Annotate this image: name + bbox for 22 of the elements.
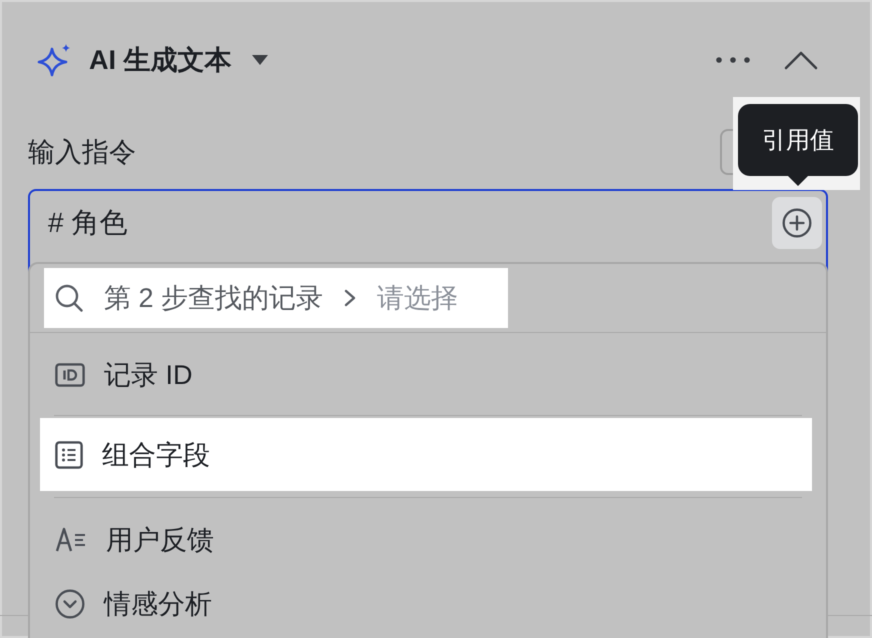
insert-reference-button[interactable]	[772, 197, 822, 249]
menu-item[interactable]: 用户反馈	[40, 508, 812, 572]
chevron-circle-icon	[55, 589, 85, 619]
search-field[interactable]: 第 2 步查找的记录 请选择	[44, 268, 508, 328]
more-icon[interactable]	[716, 57, 750, 63]
chevron-up-icon[interactable]	[784, 50, 818, 70]
id-card-icon	[55, 363, 85, 387]
breadcrumb-step[interactable]: 第 2 步查找的记录	[104, 280, 324, 316]
search-icon	[55, 284, 83, 312]
sparkle-icon	[37, 43, 71, 77]
tooltip: 引用值	[738, 104, 858, 186]
text-lines-icon	[55, 527, 87, 553]
chevron-right-icon	[344, 289, 356, 307]
caret-down-icon[interactable]	[252, 55, 268, 65]
plus-circle-icon	[782, 208, 812, 238]
field-label: 输入指令	[28, 136, 136, 169]
menu-item[interactable]: 记录 ID	[40, 343, 812, 407]
field-value-text: # 角色	[48, 206, 128, 240]
menu-item[interactable]: 情感分析	[40, 572, 812, 636]
menu-item[interactable]: 组合字段	[40, 418, 812, 491]
list-icon	[55, 440, 83, 468]
panel-title: AI 生成文本	[89, 44, 232, 77]
